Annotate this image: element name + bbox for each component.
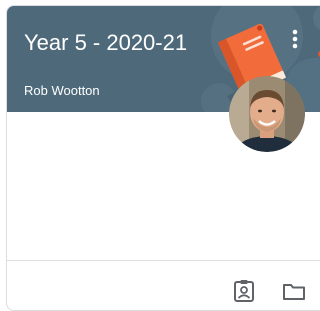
card-divider: [7, 260, 320, 261]
avatar[interactable]: [229, 76, 305, 152]
teacher-name[interactable]: Rob Wootton: [24, 83, 100, 99]
more-vert-icon[interactable]: [285, 26, 305, 52]
folder-icon[interactable]: [280, 277, 308, 305]
class-card[interactable]: Year 5 - 2020-21 Rob Wootton: [6, 5, 320, 311]
assignment-ind-icon[interactable]: [230, 277, 258, 305]
class-title[interactable]: Year 5 - 2020-21: [24, 29, 187, 57]
